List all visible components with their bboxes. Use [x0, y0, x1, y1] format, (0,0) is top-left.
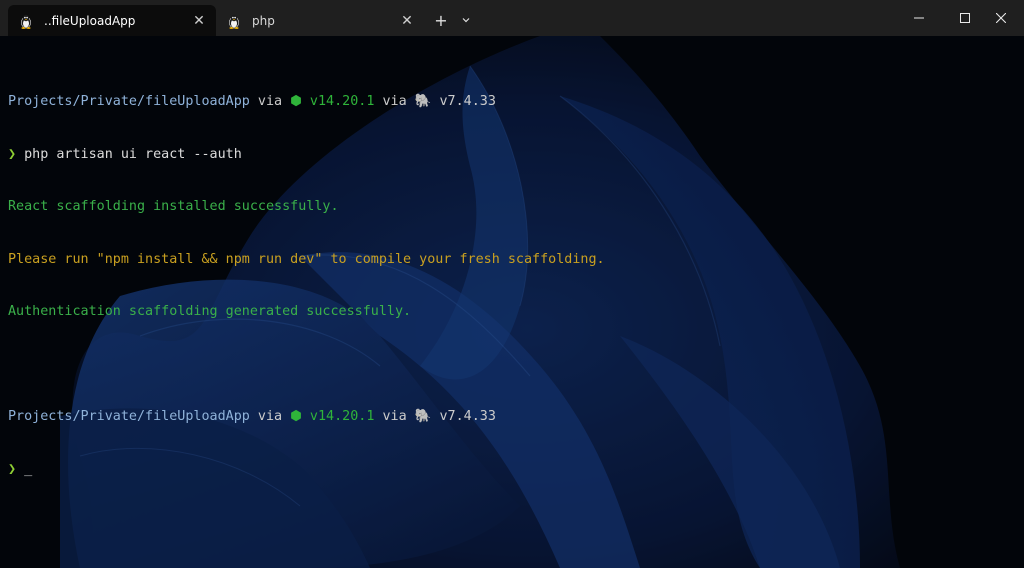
close-window-button[interactable] [978, 0, 1024, 36]
php-elephant-icon: 🐘 [414, 409, 432, 424]
prompt-chevron-icon: ❯ [8, 146, 17, 162]
output-line: React scaffolding installed successfully… [8, 199, 339, 214]
prompt-via: via [249, 94, 291, 109]
php-version: v7.4.33 [431, 94, 496, 109]
prompt-chevron-icon: ❯ [8, 461, 17, 477]
output-line: Please run "npm install && npm run dev" … [8, 251, 605, 267]
prompt-via: via [374, 409, 415, 424]
node-version: v14.20.1 [301, 409, 375, 424]
output-line: Authentication scaffolding generated suc… [8, 304, 412, 319]
close-icon [996, 13, 1006, 23]
tab-php[interactable]: php ✕ [216, 5, 424, 36]
command-text: php artisan ui react --auth [16, 146, 242, 162]
nodejs-icon: ⬢ [290, 94, 302, 109]
tab-title: php [252, 13, 275, 28]
linux-penguin-icon [226, 13, 242, 29]
prompt-via: via [374, 94, 415, 109]
nodejs-icon: ⬢ [290, 409, 302, 424]
prompt-line: Projects/Private/fileUploadApp via ⬢ v14… [8, 408, 605, 426]
terminal-output[interactable]: Projects/Private/fileUploadApp via ⬢ v14… [8, 58, 605, 513]
terminal-window: ..fileUploadApp ✕ php ✕ + Projects/Priva… [0, 0, 1024, 568]
close-icon[interactable]: ✕ [188, 10, 210, 32]
minimize-button[interactable] [896, 0, 942, 36]
new-tab-button[interactable]: + [430, 8, 452, 32]
linux-penguin-icon [18, 13, 34, 29]
tab-fileuploadapp[interactable]: ..fileUploadApp ✕ [8, 5, 216, 36]
input-line[interactable]: ❯ _ [8, 461, 605, 479]
prompt-path: Projects/Private/fileUploadApp [8, 94, 250, 109]
prompt-line: Projects/Private/fileUploadApp via ⬢ v14… [8, 93, 605, 111]
tab-title: ..fileUploadApp [44, 13, 136, 28]
prompt-via: via [249, 409, 291, 424]
maximize-icon [960, 13, 970, 23]
prompt-path: Projects/Private/fileUploadApp [8, 409, 250, 424]
minimize-icon [914, 17, 924, 19]
php-elephant-icon: 🐘 [414, 94, 432, 109]
command-line: ❯ php artisan ui react --auth [8, 146, 605, 164]
php-version: v7.4.33 [431, 409, 496, 424]
text-cursor: _ [16, 461, 33, 477]
tab-bar: ..fileUploadApp ✕ php ✕ + [0, 0, 1024, 36]
chevron-down-icon[interactable] [456, 8, 476, 32]
node-version: v14.20.1 [301, 94, 375, 109]
close-icon[interactable]: ✕ [396, 10, 418, 32]
